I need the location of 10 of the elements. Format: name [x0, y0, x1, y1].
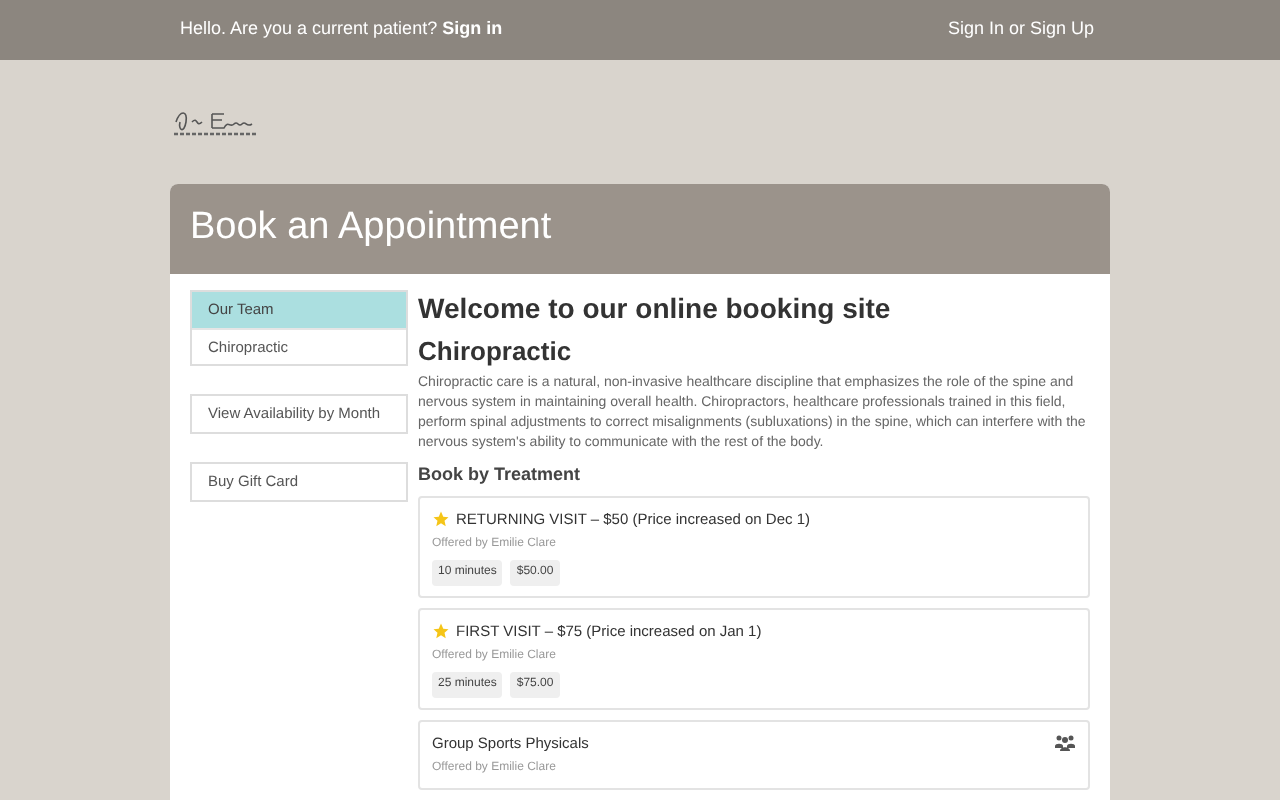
- card-title: Book an Appointment: [190, 204, 552, 253]
- book-by-treatment-heading: Book by Treatment: [418, 462, 583, 488]
- greeting-text: Hello. Are you a current patient? Sign in: [180, 16, 503, 43]
- star-icon: [432, 621, 450, 640]
- sign-up-link[interactable]: Sign In or Sign Up: [947, 16, 1094, 44]
- welcome-heading: Welcome to our online booking site: [418, 290, 893, 326]
- group-icon: [1054, 734, 1076, 753]
- section-heading: Chiropractic: [418, 336, 574, 368]
- sign-in-link[interactable]: Sign in: [442, 18, 503, 39]
- star-icon: [432, 509, 450, 528]
